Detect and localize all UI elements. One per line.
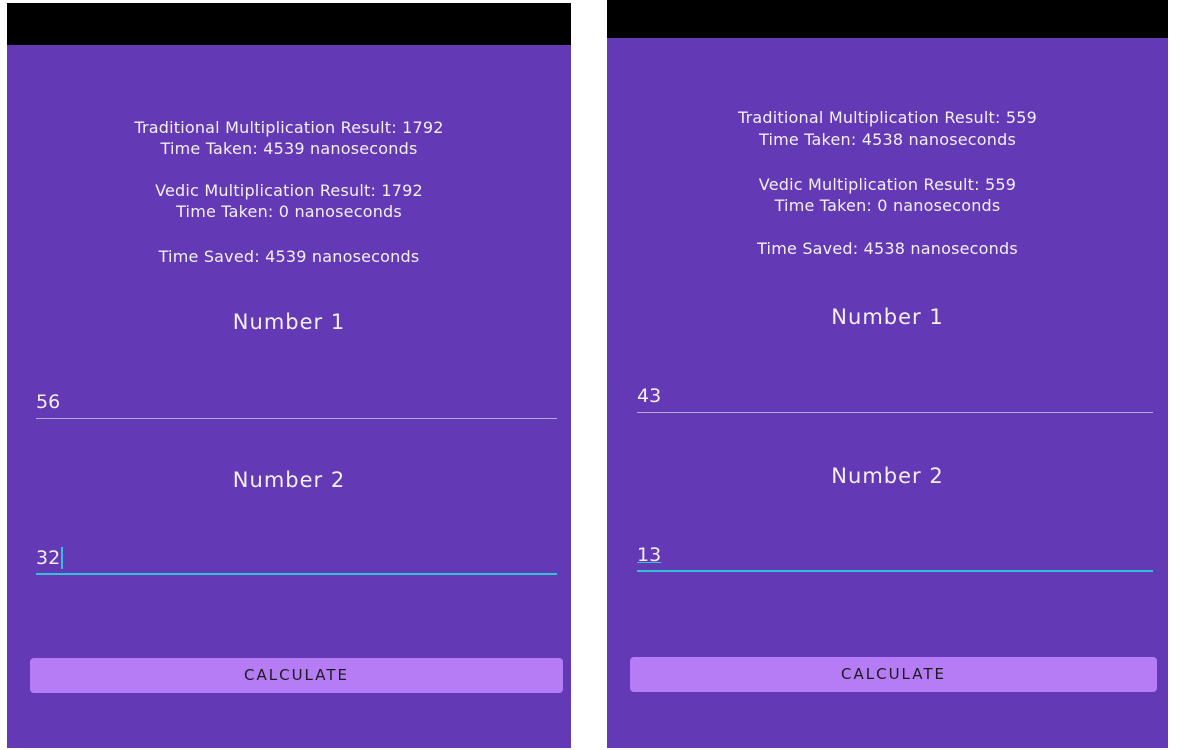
number2-underline — [36, 573, 557, 575]
vedic-time-text: Time Taken: 0 nanoseconds — [774, 196, 1001, 215]
time-saved-text: Time Saved: 4539 nanoseconds — [158, 247, 420, 266]
number2-input[interactable]: 13 — [637, 542, 1153, 572]
text-caret — [61, 547, 64, 569]
vedic-result-text: Vedic Multiplication Result: 559 — [758, 175, 1017, 194]
number2-input[interactable]: 32 — [36, 545, 557, 575]
traditional-time-text: Time Taken: 4539 nanoseconds — [160, 139, 418, 158]
status-bar — [607, 0, 1168, 38]
number2-label: Number 2 — [831, 464, 944, 488]
number1-label: Number 1 — [232, 310, 346, 334]
number1-value: 56 — [36, 391, 61, 413]
number2-value: 13 — [637, 544, 662, 566]
traditional-result-text: Traditional Multiplication Result: 1792 — [134, 118, 444, 137]
calculate-button[interactable]: CALCULATE — [630, 657, 1157, 692]
traditional-result-text: Traditional Multiplication Result: 559 — [738, 108, 1037, 127]
number1-underline — [637, 412, 1153, 413]
time-saved-text: Time Saved: 4538 nanoseconds — [757, 239, 1018, 258]
number1-underline — [36, 418, 557, 419]
calculate-button[interactable]: CALCULATE — [30, 658, 563, 693]
app-screen-left: Traditional Multiplication Result: 1792 … — [7, 3, 571, 748]
app-screen-right: Traditional Multiplication Result: 559 T… — [607, 0, 1168, 748]
vedic-time-text: Time Taken: 0 nanoseconds — [176, 202, 402, 221]
number2-label: Number 2 — [232, 468, 346, 492]
status-bar — [7, 3, 571, 45]
number1-input[interactable]: 43 — [637, 383, 1153, 413]
number1-input[interactable]: 56 — [36, 389, 557, 419]
number1-label: Number 1 — [831, 305, 944, 329]
number2-underline — [637, 570, 1153, 572]
traditional-time-text: Time Taken: 4538 nanoseconds — [758, 130, 1016, 149]
vedic-result-text: Vedic Multiplication Result: 1792 — [155, 181, 423, 200]
number2-value: 32 — [36, 547, 61, 569]
number1-value: 43 — [637, 385, 662, 407]
